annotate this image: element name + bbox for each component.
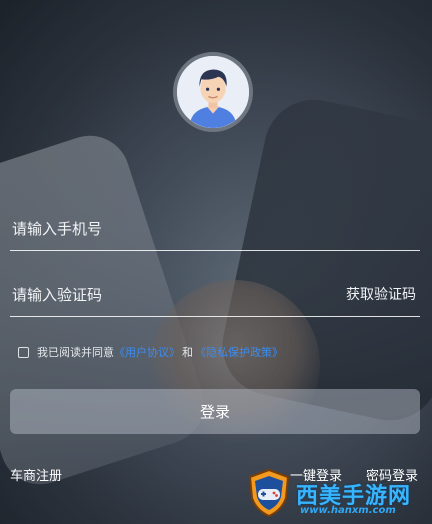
verification-code-field: 获取验证码	[10, 276, 420, 317]
dealer-register-link[interactable]: 车商注册	[10, 465, 62, 484]
phone-field	[10, 210, 420, 251]
checkbox-unchecked-icon[interactable]	[18, 346, 29, 358]
gamepad-shield-icon	[248, 468, 290, 518]
verification-code-input[interactable]	[12, 276, 312, 314]
agreement-connector: 和	[182, 346, 193, 359]
login-button[interactable]: 登录	[10, 389, 420, 434]
watermark-url: www.hanxm.com	[300, 505, 396, 516]
get-code-button[interactable]: 获取验证码	[346, 284, 416, 304]
user-agreement-link[interactable]: 《用户协议》	[114, 344, 180, 360]
agreement-prefix: 我已阅读并同意	[37, 346, 114, 359]
privacy-policy-link[interactable]: 《隐私保护政策》	[195, 344, 283, 360]
phone-input[interactable]	[12, 210, 312, 248]
agreement-row: 我已阅读并同意 《用户协议》 和 《隐私保护政策》	[18, 343, 283, 361]
default-user-avatar-icon	[173, 52, 253, 132]
